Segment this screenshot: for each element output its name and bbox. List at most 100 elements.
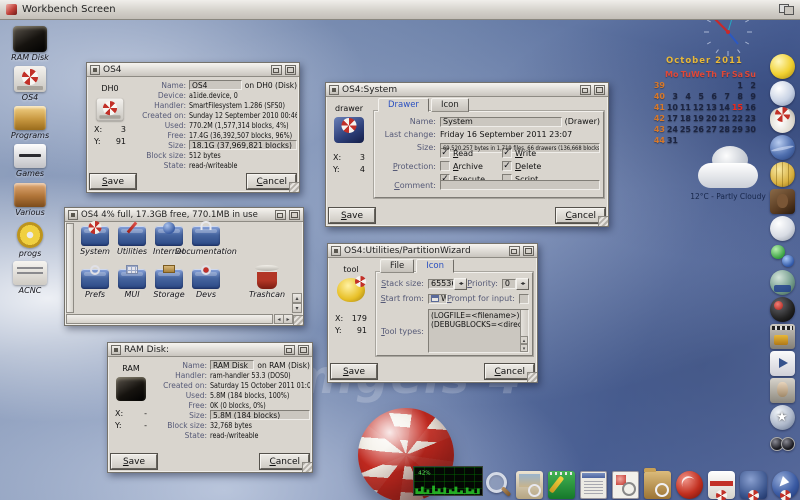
tab-drawer[interactable]: Drawer <box>378 98 429 112</box>
portrait-icon[interactable] <box>769 378 795 403</box>
drawer-icon-utilities[interactable]: Utilities <box>114 221 150 256</box>
drawer-icon-system[interactable]: System <box>77 221 113 256</box>
trashcan-icon[interactable]: Trashcan <box>249 265 285 299</box>
drawer-icon-documentation[interactable]: Documentation <box>175 221 237 256</box>
stack-size-input[interactable]: 65536 <box>428 278 455 289</box>
resize-gadget[interactable] <box>302 462 312 472</box>
tool-type-entry[interactable]: (DEBUGBLOCKS=<directory>) <box>431 320 528 329</box>
size-field[interactable]: 18.1G (37,969,821 blocks) <box>189 140 297 150</box>
tab-file[interactable]: File <box>380 259 415 273</box>
scroll-down-gadget[interactable]: ▾ <box>292 303 302 313</box>
depth-gadget[interactable] <box>289 209 300 220</box>
close-gadget[interactable] <box>68 209 78 220</box>
depth-gadget[interactable] <box>298 344 309 355</box>
window-titlebar[interactable]: OS4 <box>87 63 299 77</box>
star-ball-icon[interactable]: ★ <box>769 405 795 430</box>
yellow-ball-icon[interactable] <box>769 54 795 79</box>
start-from-select[interactable]: Workbench <box>428 293 447 304</box>
close-gadget[interactable] <box>329 84 339 95</box>
tool-icon[interactable] <box>337 276 366 302</box>
chewbacca-icon[interactable] <box>769 189 795 214</box>
window-titlebar[interactable]: OS4 4% full, 17.3GB free, 770.1MB in use <box>65 208 303 222</box>
partly-cloudy-icon[interactable] <box>696 146 760 190</box>
save-button[interactable]: Save <box>110 453 158 470</box>
desktop-icon-programs[interactable]: Programs <box>4 106 56 140</box>
desktop-icon-various[interactable]: Various <box>4 183 56 217</box>
drawer-icon-devs[interactable]: Devs <box>188 265 224 299</box>
save-button[interactable]: Save <box>89 173 137 190</box>
horizontal-scrollbar[interactable] <box>66 314 273 324</box>
name-input[interactable]: OS4 <box>189 80 242 90</box>
comment-input[interactable] <box>440 180 600 190</box>
tab-icon[interactable]: Icon <box>430 98 469 112</box>
resize-gadget[interactable] <box>293 315 303 325</box>
tab-icon[interactable]: Icon <box>416 259 455 273</box>
name-input[interactable]: System <box>440 116 562 127</box>
depth-gadget[interactable] <box>594 84 605 95</box>
cpu-meter[interactable]: 42% <box>413 466 483 496</box>
iconify-gadget[interactable] <box>271 64 282 75</box>
iconify-gadget[interactable] <box>284 344 295 355</box>
black-ball-icon[interactable] <box>769 297 795 322</box>
checkbox[interactable]: ✓ <box>502 161 512 171</box>
desktop-icon-ram-disk[interactable]: RAM Disk <box>4 26 56 62</box>
depth-gadget[interactable] <box>285 64 296 75</box>
yellow-globe-icon[interactable] <box>769 162 795 187</box>
window-titlebar[interactable]: RAM Disk: <box>108 343 312 357</box>
iconify-gadget[interactable] <box>275 209 286 220</box>
prompt-for-input-checkbox[interactable] <box>519 293 529 304</box>
pdf-viewer-icon[interactable] <box>612 471 639 499</box>
save-button[interactable]: Save <box>330 363 378 380</box>
blue-planet-icon[interactable] <box>769 135 795 160</box>
vertical-scrollbar[interactable] <box>66 223 74 313</box>
list-scroll-down[interactable]: ▾ <box>520 344 528 352</box>
white-drawer-icon[interactable] <box>708 471 735 500</box>
desktop-icon-acnc[interactable]: ACNC <box>4 261 56 295</box>
amigaos-orb-icon[interactable] <box>676 471 703 499</box>
priority-stepper[interactable]: ◂▸ <box>516 277 529 290</box>
resize-gadget[interactable] <box>527 372 537 382</box>
text-editor-icon[interactable] <box>580 471 607 499</box>
checkbox[interactable] <box>440 161 450 171</box>
depth-gadget[interactable] <box>523 245 534 256</box>
resize-gadget[interactable] <box>289 182 299 192</box>
priority-input[interactable]: 0 <box>501 278 516 289</box>
desktop-icon-progs[interactable]: progs <box>4 222 56 258</box>
blue-drawer-icon[interactable] <box>740 471 767 500</box>
size-field[interactable]: 5.8M (184 blocks) <box>210 410 310 420</box>
close-gadget[interactable] <box>90 64 100 75</box>
white-ball-icon[interactable] <box>769 216 795 241</box>
search-magnifier-icon[interactable] <box>484 471 511 499</box>
scroll-right-gadget[interactable]: ▸ <box>283 314 293 324</box>
screen-titlebar[interactable]: Workbench Screen <box>0 0 800 20</box>
resize-gadget[interactable] <box>598 216 608 226</box>
file-search-icon[interactable] <box>644 468 671 499</box>
system-drawer-icon[interactable] <box>334 117 364 143</box>
screen-depth-gadget[interactable] <box>779 4 794 15</box>
drawer-icon-storage[interactable]: Storage <box>151 265 187 299</box>
molecules-icon[interactable] <box>770 243 795 268</box>
pointer-ball-icon[interactable] <box>772 471 799 500</box>
window-titlebar[interactable]: OS4:System <box>326 83 608 97</box>
desktop-icon-games[interactable]: Games <box>4 144 56 178</box>
scroll-up-gadget[interactable]: ▴ <box>292 293 302 303</box>
tool-type-entry[interactable]: (LOGFILE=<filename>) <box>431 311 519 320</box>
list-scroll-up[interactable]: ▴ <box>520 336 528 344</box>
binoculars-icon[interactable] <box>769 432 795 457</box>
window-titlebar[interactable]: OS4:Utilities/PartitionWizard <box>328 244 537 258</box>
protection-checkbox[interactable]: Archive <box>440 161 502 171</box>
boing-cup-icon[interactable] <box>769 107 795 133</box>
media-player-icon[interactable] <box>769 351 795 376</box>
name-input[interactable]: RAM Disk <box>210 360 255 370</box>
stack-stepper[interactable]: ◂▸ <box>454 277 468 290</box>
close-gadget[interactable] <box>331 245 341 256</box>
desktop-icon-os4[interactable]: OS4 <box>4 66 56 102</box>
iconify-gadget[interactable] <box>580 84 591 95</box>
iconify-gadget[interactable] <box>509 245 520 256</box>
image-viewer-icon[interactable] <box>516 471 543 499</box>
save-button[interactable]: Save <box>328 207 376 224</box>
ftp-globe-icon[interactable] <box>769 270 795 295</box>
silver-ball-icon[interactable] <box>769 81 795 106</box>
drawer-icon-prefs[interactable]: Prefs <box>77 265 113 299</box>
close-gadget[interactable] <box>111 344 121 355</box>
